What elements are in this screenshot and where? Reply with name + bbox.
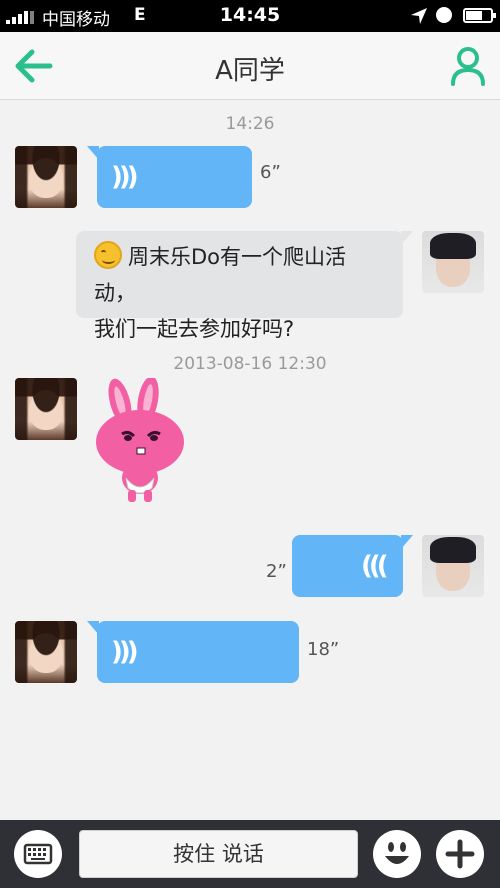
message-text-line-1: 周末乐Do有一个爬山活动， xyxy=(94,245,347,305)
status-bar: 中国移动 E 14:45 xyxy=(0,0,500,32)
message-text-line-2: 我们一起去参加好吗? xyxy=(94,317,295,341)
keyboard-toggle-button[interactable] xyxy=(14,830,62,878)
voice-duration: 2” xyxy=(266,561,287,582)
voice-duration: 6” xyxy=(260,162,281,183)
contact-avatar[interactable] xyxy=(15,621,77,683)
contact-avatar[interactable] xyxy=(15,146,77,208)
timestamp: 2013-08-16 12:30 xyxy=(173,354,327,374)
battery-icon xyxy=(463,8,496,23)
nav-bar: A同学 xyxy=(0,32,500,100)
voice-message-bubble[interactable]: ))) xyxy=(292,535,413,597)
text-message-bubble[interactable]: 周末乐Do有一个爬山活动， 我们一起去参加好吗? xyxy=(76,231,413,341)
input-bar: 按住 说话 xyxy=(0,820,500,888)
pink-rabbit-sticker[interactable] xyxy=(92,378,188,506)
my-avatar[interactable] xyxy=(422,231,484,293)
chat-title: A同学 xyxy=(215,56,285,86)
timestamp: 14:26 xyxy=(225,114,275,134)
voice-message-bubble[interactable]: ))) xyxy=(87,146,252,208)
voice-wave-icon: ))) xyxy=(365,551,389,581)
contact-avatar[interactable] xyxy=(15,378,77,440)
emoji-button[interactable] xyxy=(373,830,421,878)
hold-to-talk-button[interactable]: 按住 说话 xyxy=(79,830,358,878)
my-avatar[interactable] xyxy=(422,535,484,597)
profile-icon[interactable] xyxy=(450,46,486,86)
voice-wave-icon: ))) xyxy=(111,637,139,667)
voice-wave-icon: ))) xyxy=(111,162,139,192)
plus-icon xyxy=(445,839,475,869)
alarm-clock-icon xyxy=(436,7,452,23)
more-options-button[interactable] xyxy=(436,830,484,878)
smile-emoji-icon xyxy=(94,241,122,269)
voice-message-bubble[interactable]: ))) xyxy=(87,621,299,683)
smiley-icon xyxy=(385,842,409,864)
location-arrow-icon xyxy=(411,8,427,24)
keyboard-icon xyxy=(23,843,53,865)
voice-duration: 18” xyxy=(307,639,340,660)
